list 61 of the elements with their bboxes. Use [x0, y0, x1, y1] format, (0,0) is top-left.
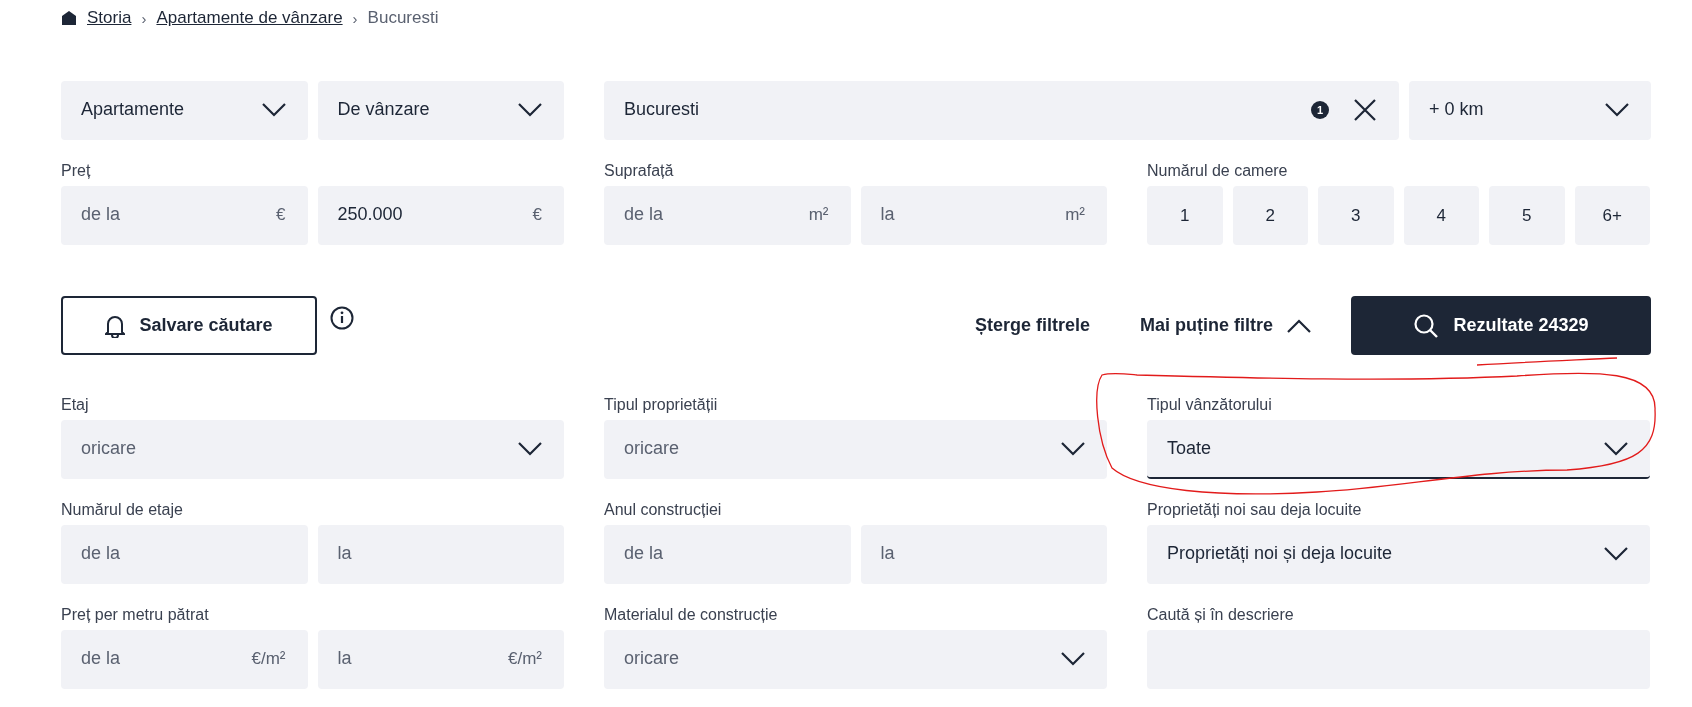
bell-icon: [105, 313, 126, 338]
location-field[interactable]: Bucuresti 1: [604, 81, 1399, 140]
select-field[interactable]: De vânzare: [317, 81, 564, 140]
field-label: Anul construcției: [604, 501, 723, 519]
select-field[interactable]: Proprietăți noi și deja locuite: [1147, 525, 1650, 584]
chevron-down-icon: [1605, 102, 1629, 117]
field-label: Etaj: [61, 396, 90, 414]
field-label: Numărul de etaje: [61, 501, 184, 519]
select-field[interactable]: Apartamente: [61, 81, 308, 140]
chevron-down-icon: [518, 102, 542, 117]
input-field[interactable]: 250.000 €: [317, 186, 564, 245]
room-count-option[interactable]: 5: [1489, 186, 1565, 245]
breadcrumb-current-page: Bucuresti: [367, 8, 439, 28]
chevron-up-icon: [1287, 318, 1311, 333]
select-field[interactable]: + 0 km: [1409, 81, 1651, 140]
field-label: Preț per metru pătrat: [61, 606, 210, 624]
select-field[interactable]: oricare: [61, 420, 564, 479]
input-field[interactable]: de la €/m²: [61, 630, 308, 689]
input-field[interactable]: la m²: [860, 186, 1107, 245]
breadcrumb-link[interactable]: Apartamente de vânzare: [156, 8, 343, 28]
results-button[interactable]: Rezultate 24329: [1351, 296, 1651, 355]
select-field[interactable]: oricare: [604, 420, 1107, 479]
chevron-down-icon: [1604, 441, 1628, 456]
clear-filters-button[interactable]: Șterge filtrele: [974, 315, 1090, 336]
close-icon[interactable]: [1353, 97, 1377, 122]
save-search-button[interactable]: Salvare căutare: [61, 296, 317, 355]
field-label: Preț: [61, 162, 92, 180]
chevron-down-icon: [518, 441, 542, 456]
room-count-option[interactable]: 6+: [1574, 186, 1650, 245]
breadcrumb-separator: ›: [141, 9, 147, 27]
count-badge: 1: [1311, 100, 1329, 119]
input-field[interactable]: la: [317, 525, 564, 584]
room-count-option[interactable]: 4: [1403, 186, 1479, 245]
field-label: Suprafață: [604, 162, 675, 180]
fewer-filters-button[interactable]: Mai puține filtre: [1140, 315, 1311, 336]
field-label: Tipul proprietății: [604, 396, 719, 414]
breadcrumb-link[interactable]: Storia: [87, 8, 132, 28]
input-field[interactable]: de la €: [61, 186, 308, 245]
field-label: Numărul de camere: [1147, 162, 1289, 180]
input-field[interactable]: de la: [61, 525, 308, 584]
breadcrumb-separator: ›: [352, 9, 358, 27]
home-icon: [61, 10, 77, 26]
room-count-option[interactable]: 1: [1147, 186, 1223, 245]
room-count-option[interactable]: 3: [1318, 186, 1394, 245]
chevron-down-icon: [1604, 546, 1628, 561]
input-field[interactable]: la: [860, 525, 1107, 584]
input-field[interactable]: la €/m²: [317, 630, 564, 689]
room-count-option[interactable]: 2: [1232, 186, 1308, 245]
search-icon: [1413, 312, 1440, 339]
select-field[interactable]: oricare: [604, 630, 1107, 689]
field-label: Materialul de construcție: [604, 606, 779, 624]
chevron-down-icon: [261, 102, 286, 117]
field-label: Tipul vânzătorului: [1147, 396, 1273, 414]
select-field[interactable]: Toate: [1147, 420, 1650, 479]
input-field[interactable]: de la m²: [604, 186, 851, 245]
chevron-down-icon: [1061, 441, 1085, 456]
info-icon[interactable]: [330, 306, 354, 330]
chevron-down-icon: [1061, 651, 1085, 666]
field-label: Proprietăți noi sau deja locuite: [1147, 501, 1363, 519]
input-field[interactable]: de la: [604, 525, 851, 584]
field-label: Caută și în descriere: [1147, 606, 1295, 624]
